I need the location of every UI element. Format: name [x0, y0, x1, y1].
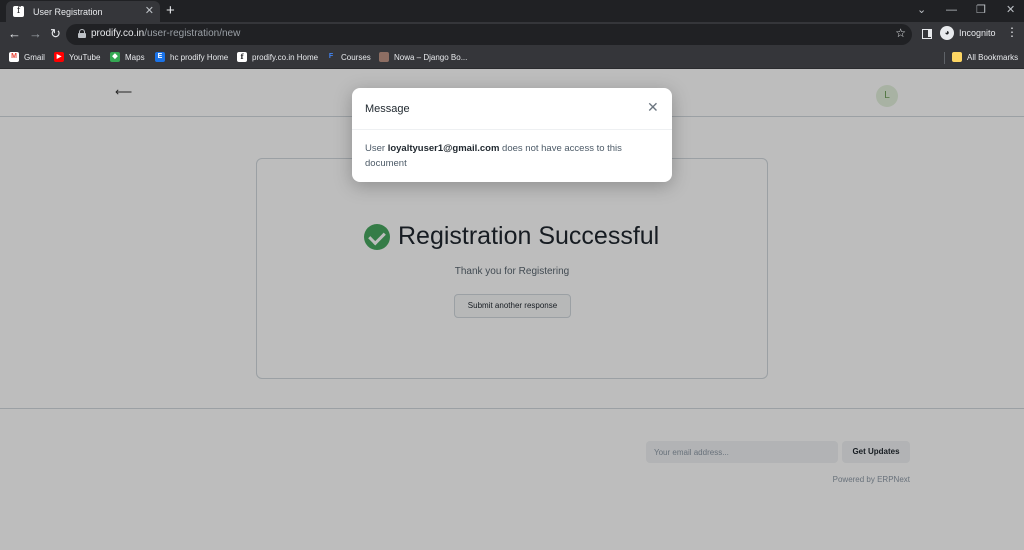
bookmark-nowa-django[interactable]: Nowa – Django Bo...: [379, 52, 467, 62]
tab-close-icon[interactable]: ✕: [145, 4, 154, 17]
site-icon: E: [155, 52, 165, 62]
site-icon: [379, 52, 389, 62]
bookmark-label: Nowa – Django Bo...: [394, 52, 468, 62]
side-panel-icon[interactable]: [922, 29, 932, 39]
bookmarks-bar: M Gmail ▶ YouTube ◆ Maps E hc prodify Ho…: [0, 47, 1024, 69]
bookmarks-divider: [944, 52, 945, 64]
profile-label: Incognito: [959, 28, 996, 38]
forward-icon[interactable]: →: [29, 25, 42, 43]
youtube-icon: ▶: [54, 52, 64, 62]
bookmark-label: YouTube: [69, 52, 101, 62]
tab-user-registration[interactable]: f User Registration ✕: [6, 1, 160, 22]
incognito-profile[interactable]: ◕ Incognito: [940, 26, 996, 40]
maps-icon: ◆: [110, 52, 120, 62]
bookmark-label: All Bookmarks: [967, 52, 1019, 62]
site-icon: F: [328, 53, 334, 60]
dialog-header: Message ✕: [352, 88, 672, 130]
tab-title: User Registration: [33, 6, 103, 17]
bookmark-label: prodify.co.in Home: [252, 52, 319, 62]
all-bookmarks[interactable]: All Bookmarks: [952, 52, 1018, 62]
restore-icon[interactable]: ❐: [976, 2, 986, 18]
new-tab-icon[interactable]: +: [166, 1, 175, 21]
close-icon[interactable]: ✕: [647, 99, 659, 115]
bookmark-label: Gmail: [24, 52, 45, 62]
bookmark-gmail[interactable]: M Gmail: [9, 52, 45, 62]
bookmark-label: hc prodify Home: [170, 52, 229, 62]
minimize-icon[interactable]: —: [946, 2, 957, 18]
tab-search-icon[interactable]: ⌄: [917, 2, 926, 18]
back-icon[interactable]: ←: [8, 25, 21, 43]
bookmark-star-icon[interactable]: ☆: [895, 26, 906, 40]
dialog-message: User loyaltyuser1@gmail.com does not hav…: [365, 141, 661, 171]
lock-icon[interactable]: [78, 29, 86, 38]
bookmark-hc-prodify-home[interactable]: E hc prodify Home: [155, 52, 228, 62]
folder-icon: [952, 52, 962, 62]
close-window-icon[interactable]: ✕: [1006, 2, 1015, 18]
site-icon: f: [237, 52, 247, 62]
bookmark-prodify-home[interactable]: f prodify.co.in Home: [237, 52, 318, 62]
message-prefix: User: [365, 143, 388, 154]
browser-tabstrip: f User Registration ✕ + ⌄ — ❐ ✕: [0, 0, 1024, 22]
dialog-title: Message: [365, 103, 410, 115]
browser-toolbar: ← → ↻ prodify.co.in/user-registration/ne…: [0, 22, 1024, 47]
bookmark-label: Maps: [125, 52, 145, 62]
tab-favicon-icon: f: [13, 6, 24, 17]
gmail-icon: M: [9, 52, 19, 62]
reload-icon[interactable]: ↻: [50, 25, 61, 43]
incognito-icon: ◕: [940, 26, 954, 40]
bookmark-courses[interactable]: F Courses: [326, 52, 371, 62]
url-text: prodify.co.in/user-registration/new: [91, 28, 241, 39]
address-bar[interactable]: prodify.co.in/user-registration/new ☆: [66, 24, 912, 45]
bookmark-label: Courses: [341, 52, 371, 62]
bookmark-youtube[interactable]: ▶ YouTube: [54, 52, 100, 62]
message-dialog: Message ✕ User loyaltyuser1@gmail.com do…: [352, 88, 672, 182]
browser-menu-icon[interactable]: ⋮: [1006, 25, 1018, 39]
bookmark-maps[interactable]: ◆ Maps: [110, 52, 145, 62]
message-email: loyaltyuser1@gmail.com: [387, 143, 500, 154]
